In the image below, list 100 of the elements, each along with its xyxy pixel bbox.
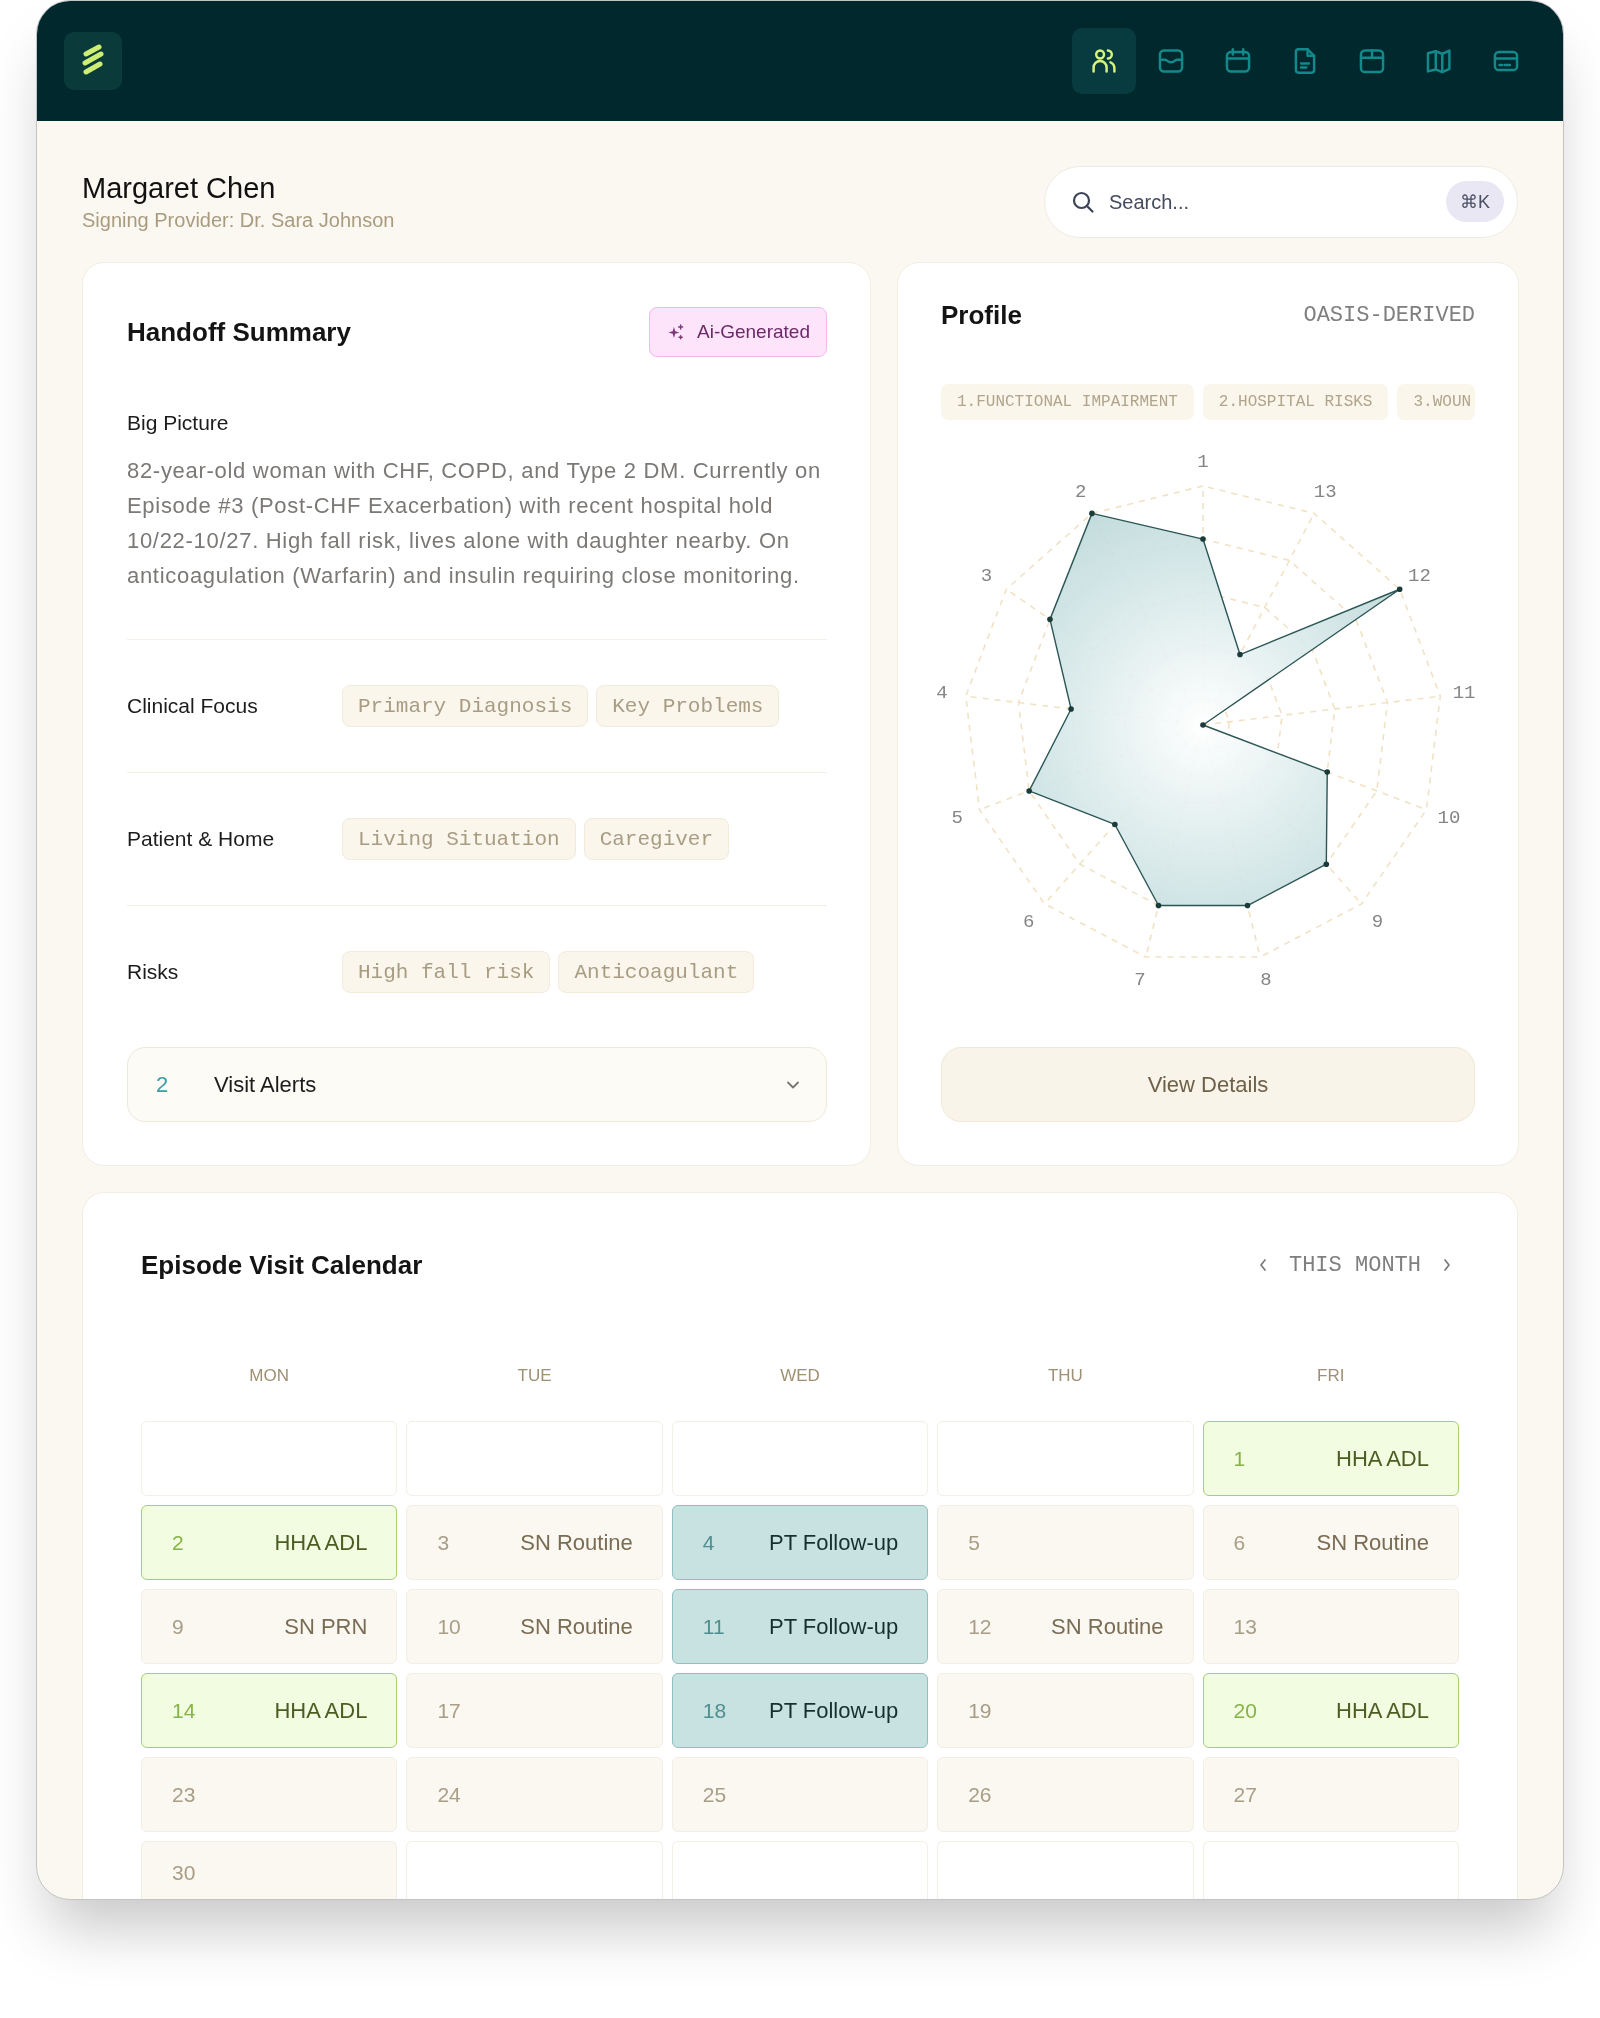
day-number: 27 [1233, 1782, 1257, 1807]
calendar-day[interactable]: 30 [141, 1841, 398, 1899]
summary-paragraph: 82-year-old woman with CHF, COPD, and Type 2 DM. Currently on Episode #3 (Post-CHF Exacerbation) with recent hospital hold 10/22-10/27. High fall risk, lives alone with daughter nearby. On anticoagulation (Warfarin) and insulin requiring close monitoring. [127, 457, 822, 590]
axis-label: 5 [951, 807, 963, 830]
section-heading: Big Picture [127, 410, 230, 436]
day-number: 2 [172, 1530, 184, 1555]
radar-point [1396, 586, 1403, 593]
section-label: Risks [127, 960, 180, 984]
calendar-day[interactable]: 25 [671, 1757, 929, 1832]
day-number: 17 [437, 1698, 461, 1723]
calendar-day[interactable]: 5 [937, 1505, 1194, 1580]
chevron-right-icon [1443, 1258, 1451, 1272]
day-number: 5 [968, 1530, 980, 1555]
source-label: OASIS-DERIVED [1303, 302, 1476, 328]
search-icon [1071, 190, 1095, 214]
radar-point [1200, 536, 1206, 542]
calendar-day[interactable]: 2 HHA ADL [141, 1505, 398, 1580]
visit-label: SN Routine [520, 1529, 633, 1556]
topic-tag: Key Problems [596, 685, 780, 727]
calendar-day[interactable]: 18 PT Follow-up [671, 1673, 929, 1748]
axis-label: 13 [1313, 481, 1337, 504]
topic-tag: High fall risk [342, 951, 551, 993]
calendar-day[interactable]: 26 [937, 1757, 1194, 1832]
weekday-label: TUE [516, 1365, 553, 1387]
day-number: 23 [172, 1782, 196, 1807]
day-number: 25 [702, 1782, 727, 1807]
section-label: Clinical Focus [127, 694, 259, 718]
visit-label: HHA ADL [274, 1697, 368, 1724]
card-title: Episode Visit Calendar [141, 1249, 423, 1281]
calendar-day[interactable]: 23 [141, 1757, 398, 1832]
calendar-day[interactable]: 13 [1202, 1589, 1459, 1664]
day-number: 30 [172, 1861, 196, 1885]
calendar-day[interactable]: 20 HHA ADL [1202, 1673, 1459, 1748]
calendar-day[interactable]: 11 PT Follow-up [671, 1589, 929, 1664]
radar-point [1323, 861, 1330, 867]
topic-tag: Primary Diagnosis [342, 685, 589, 727]
view-details-button[interactable]: View Details [941, 1047, 1476, 1122]
axis-label: 6 [1022, 910, 1035, 933]
axis-label: 3 [980, 564, 993, 587]
chevron-left-icon [1258, 1258, 1267, 1272]
weekday-label: WED [779, 1365, 821, 1387]
period-label: THIS MONTH [1288, 1252, 1421, 1278]
day-number: 20 [1233, 1698, 1257, 1723]
people-icon [1091, 48, 1117, 74]
tray-icon [1158, 48, 1184, 74]
weekday-label: THU [1046, 1365, 1084, 1387]
calendar-day[interactable]: 10 SN Routine [406, 1589, 663, 1664]
visit-label: PT Follow-up [769, 1697, 899, 1724]
axis-label: 10 [1437, 807, 1461, 830]
day-number: 9 [172, 1614, 184, 1639]
radar-point [1244, 902, 1251, 909]
calendar-day[interactable]: 4 PT Follow-up [671, 1505, 929, 1580]
logo-icon[interactable] [64, 32, 122, 90]
calendar-day[interactable]: 17 [406, 1673, 663, 1748]
day-number: 1 [1233, 1446, 1246, 1471]
axis-label: 2 [1075, 481, 1087, 504]
day-number: 6 [1233, 1530, 1246, 1555]
document-icon [1292, 48, 1318, 74]
axis-label: 8 [1260, 969, 1272, 992]
topic-tag: Living Situation [342, 818, 576, 860]
day-number: 4 [702, 1530, 715, 1555]
calendar-day[interactable]: 24 [406, 1757, 663, 1832]
calendar-day[interactable]: 14 HHA ADL [141, 1673, 398, 1748]
calendar-day[interactable]: 6 SN Routine [1202, 1505, 1459, 1580]
calendar-day[interactable]: 27 [1202, 1757, 1459, 1832]
calendar-day[interactable]: 12 SN Routine [937, 1589, 1194, 1664]
category-chip: 3.WOUN [1397, 384, 1476, 420]
radar-point [1155, 902, 1162, 909]
visit-label: PT Follow-up [769, 1529, 899, 1556]
day-number: 12 [968, 1614, 992, 1639]
calendar-day[interactable]: 19 [937, 1673, 1194, 1748]
patient-name: Margaret Chen [82, 171, 277, 205]
category-chip: 2.HOSPITAL RISKS [1202, 384, 1389, 420]
day-number: 3 [437, 1530, 450, 1555]
category-chip: 1.FUNCTIONAL IMPAIRMENT [941, 384, 1194, 420]
axis-label: 9 [1371, 910, 1384, 933]
calendar-day[interactable]: 9 SN PRN [141, 1589, 398, 1664]
topic-tag: Caregiver [583, 818, 730, 860]
radar-point [1026, 788, 1032, 794]
visit-alerts-button[interactable]: 2 Visit Alerts [127, 1047, 827, 1122]
day-number: 18 [702, 1698, 727, 1723]
radar-point [1068, 706, 1074, 712]
previous-month-button[interactable] [1258, 1258, 1267, 1272]
axis-label: 12 [1408, 564, 1431, 587]
axis-label: 4 [936, 682, 948, 705]
sparkle-icon [666, 322, 685, 342]
next-month-button[interactable] [1443, 1258, 1451, 1272]
day-number: 14 [172, 1698, 196, 1723]
radar-point [1089, 510, 1095, 517]
card-title: Profile [941, 299, 1022, 331]
card-icon [1493, 48, 1519, 74]
visit-label: HHA ADL [1336, 1445, 1429, 1472]
day-number: 11 [702, 1614, 725, 1639]
calendar-day[interactable]: 3 SN Routine [406, 1505, 663, 1580]
visit-label: SN PRN [284, 1613, 368, 1640]
nav-button[interactable] [1072, 28, 1136, 94]
day-number: 24 [437, 1782, 461, 1807]
calendar-icon [1225, 48, 1251, 74]
visit-label: SN Routine [520, 1613, 633, 1640]
calendar-day[interactable]: 1 HHA ADL [1202, 1421, 1459, 1496]
